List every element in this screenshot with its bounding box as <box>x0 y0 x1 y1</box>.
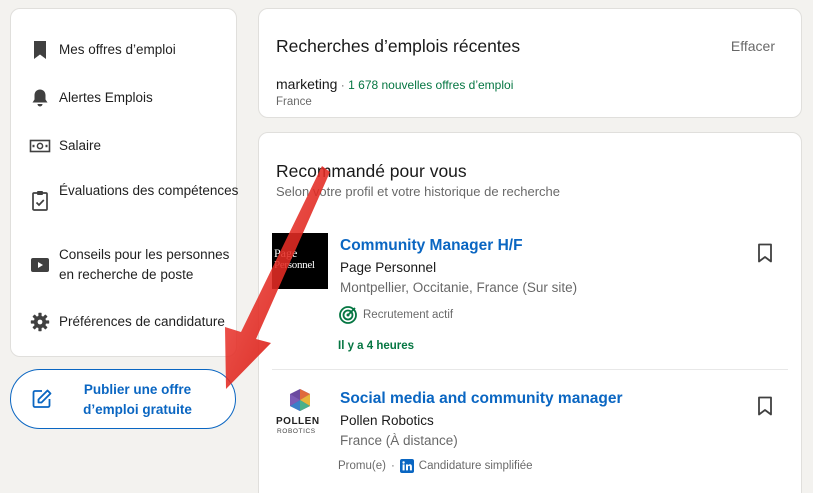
sidebar-item-label: Conseils pour les personnes en recherche… <box>59 247 230 282</box>
recent-searches-title: Recherches d’emplois récentes <box>276 36 521 56</box>
post-free-job-button[interactable]: Publier une offre d’emploi gratuite <box>10 369 236 429</box>
job-meta: Promu(e) · Candidature simplifiée <box>338 459 533 473</box>
promoted-label: Promu(e) <box>338 460 386 472</box>
sidebar-item-label: Préférences de candidature <box>59 314 225 329</box>
job-location: Montpellier, Occitanie, France (Sur site… <box>340 280 578 295</box>
save-job-bookmark-icon[interactable] <box>757 243 777 265</box>
sidebar-item-job-alerts[interactable]: Alertes Emplois <box>11 87 236 109</box>
clear-button[interactable]: Effacer <box>731 38 775 54</box>
logo-text: Personnel <box>274 259 315 271</box>
new-jobs-count: 1 678 nouvelles offres d’emploi <box>348 78 514 92</box>
sidebar-item-label: Salaire <box>59 138 102 153</box>
sidebar-item-application-settings[interactable]: Préférences de candidature <box>11 311 236 333</box>
separator: · <box>390 460 395 472</box>
recent-search-item[interactable]: marketing · 1 678 nouvelles offres d’emp… <box>276 76 513 92</box>
sidebar-item-salary[interactable]: Salaire <box>11 135 236 157</box>
job-title-link[interactable]: Community Manager H/F <box>340 237 523 255</box>
sidebar-item-job-seeker-guidance[interactable]: Conseils pour les personnes en recherche… <box>11 245 236 285</box>
logo-text: ROBOTICS <box>277 428 316 435</box>
separator: · <box>337 78 349 92</box>
job-card[interactable]: POLLEN ROBOTICS Social media and communi… <box>259 385 801 493</box>
company-name: Pollen Robotics <box>340 413 434 428</box>
company-logo: Page Personnel <box>272 233 328 289</box>
company-name: Page Personnel <box>340 260 437 275</box>
job-title-link[interactable]: Social media and community manager <box>340 390 623 408</box>
search-term: marketing <box>276 76 338 92</box>
recommended-subtitle: Selon votre profil et votre historique d… <box>276 184 560 199</box>
post-free-job-label: Publier une offre d’emploi gratuite <box>83 382 192 417</box>
edit-icon <box>31 388 53 410</box>
save-job-bookmark-icon[interactable] <box>757 396 777 418</box>
jobs-sidebar: Mes offres d’emploi Alertes Emplois Sala… <box>10 8 238 357</box>
sidebar-item-label: Mes offres d’emploi <box>59 42 176 57</box>
banknote-icon <box>29 135 51 157</box>
company-logo: POLLEN ROBOTICS <box>272 385 328 441</box>
divider <box>272 369 788 370</box>
job-card[interactable]: Page Personnel Community Manager H/F Pag… <box>259 233 801 368</box>
gear-icon <box>29 311 51 333</box>
video-play-icon <box>29 254 51 276</box>
linkedin-icon <box>399 459 414 473</box>
logo-text: Page <box>274 246 298 260</box>
recommended-title: Recommandé pour vous <box>276 161 467 181</box>
clipboard-check-icon <box>29 190 51 212</box>
sidebar-item-label: Alertes Emplois <box>59 90 153 105</box>
target-icon <box>338 305 358 325</box>
posted-time: Il y a 4 heures <box>338 340 415 352</box>
bell-icon <box>29 87 51 109</box>
bookmark-icon <box>29 39 51 61</box>
recommended-jobs-card: Recommandé pour vous Selon votre profil … <box>258 132 802 493</box>
sidebar-item-my-jobs[interactable]: Mes offres d’emploi <box>11 39 236 61</box>
sidebar-item-skill-assessments[interactable]: Évaluations des compétences <box>11 181 238 221</box>
search-location: France <box>276 96 312 108</box>
actively-recruiting-badge: Recrutement actif <box>338 305 453 325</box>
recent-searches-card: Recherches d’emplois récentes Effacer ma… <box>258 8 802 118</box>
logo-text: POLLEN <box>276 416 320 427</box>
sidebar-item-label: Évaluations des compétences <box>59 183 239 198</box>
badge-label: Recrutement actif <box>363 309 454 321</box>
job-location: France (À distance) <box>340 433 458 448</box>
easy-apply-label: Candidature simplifiée <box>418 460 533 472</box>
